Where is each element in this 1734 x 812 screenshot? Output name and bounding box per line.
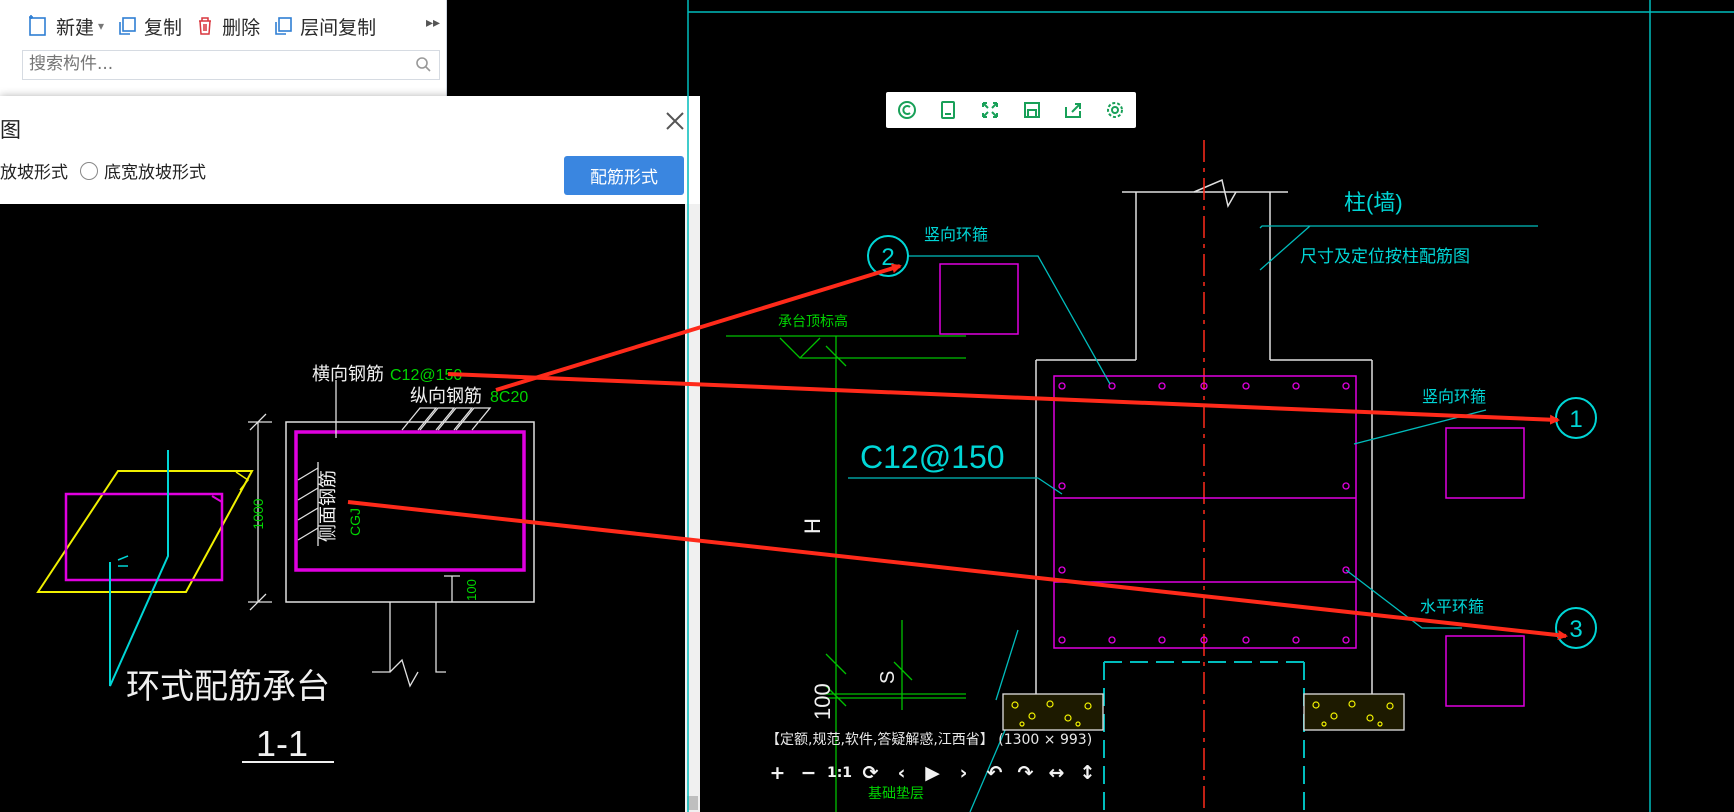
component-panel: 新建 ▾ 复制 删除 层间复制 ▸▸ (0, 0, 447, 98)
viewer-toolbar (886, 92, 1136, 128)
zoom-in-button[interactable]: + (762, 760, 793, 786)
cad-viewer-canvas (700, 0, 1734, 812)
radio-label-bottom-width[interactable]: 底宽放坡形式 (104, 158, 206, 183)
new-file-icon (29, 15, 46, 36)
radio-bottom-width[interactable] (80, 161, 98, 180)
floor-copy-icon (275, 17, 292, 35)
component-toolbar: 新建 ▾ 复制 删除 层间复制 ▸▸ (0, 0, 446, 52)
slope-form-options: 角度放坡形式 底宽放坡形式 (0, 158, 206, 183)
delete-button[interactable]: 删除 (194, 6, 260, 46)
dropdown-arrow-icon: ▾ (98, 19, 105, 33)
close-icon[interactable] (662, 108, 688, 134)
dialog-title: 图 (0, 118, 21, 142)
image-caption: 【定额,规范,软件,答疑解惑,江西省】 (1300 × 993) (766, 732, 1093, 748)
delete-button-label: 删除 (222, 16, 261, 39)
more-toolbar-icon[interactable]: ▸▸ (426, 15, 440, 31)
radio-label-angle[interactable]: 角度放坡形式 (0, 158, 68, 183)
flip-vertical-button[interactable]: ↕ (1072, 760, 1103, 786)
new-button-label: 新建 (56, 16, 95, 39)
viewer-nav-bar: + − 1:1 ⟳ ‹ ▶ › ↶ ↷ ↔ ↕ (762, 760, 1103, 786)
new-button[interactable]: 新建 ▾ (26, 6, 104, 46)
search-icon[interactable] (415, 56, 431, 72)
rotate-right-button[interactable]: ↷ (1010, 760, 1041, 786)
floor-copy-button[interactable]: 层间复制 (272, 6, 376, 46)
play-button[interactable]: ▶ (917, 760, 948, 786)
dialog-scrollbar[interactable] (685, 204, 700, 812)
copy-button[interactable]: 复制 (116, 6, 182, 46)
actual-size-button[interactable]: 1:1 (824, 760, 855, 786)
rebar-form-button[interactable]: 配筋形式 (564, 156, 684, 195)
reset-button[interactable]: ⟳ (855, 760, 886, 786)
share-icon[interactable] (1060, 97, 1086, 123)
dialog-drawing-canvas (0, 204, 685, 812)
floor-copy-button-label: 层间复制 (300, 16, 377, 39)
device-icon[interactable] (935, 97, 961, 123)
search-box (22, 50, 440, 80)
copyright-icon[interactable] (894, 97, 920, 123)
dialog-scrollbar-thumb[interactable] (687, 796, 698, 810)
copy-button-label: 复制 (144, 16, 183, 39)
gear-icon[interactable] (1102, 97, 1128, 123)
save-icon[interactable] (1019, 97, 1045, 123)
flip-horizontal-button[interactable]: ↔ (1041, 760, 1072, 786)
rotate-left-button[interactable]: ↶ (979, 760, 1010, 786)
search-input[interactable] (23, 51, 405, 77)
copy-icon (119, 17, 136, 35)
fullscreen-icon[interactable] (977, 97, 1003, 123)
rebar-diagram-dialog: 图 角度放坡形式 底宽放坡形式 配筋形式 (0, 96, 700, 812)
prev-button[interactable]: ‹ (886, 760, 917, 786)
zoom-out-button[interactable]: − (793, 760, 824, 786)
next-button[interactable]: › (948, 760, 979, 786)
trash-icon (199, 17, 212, 35)
